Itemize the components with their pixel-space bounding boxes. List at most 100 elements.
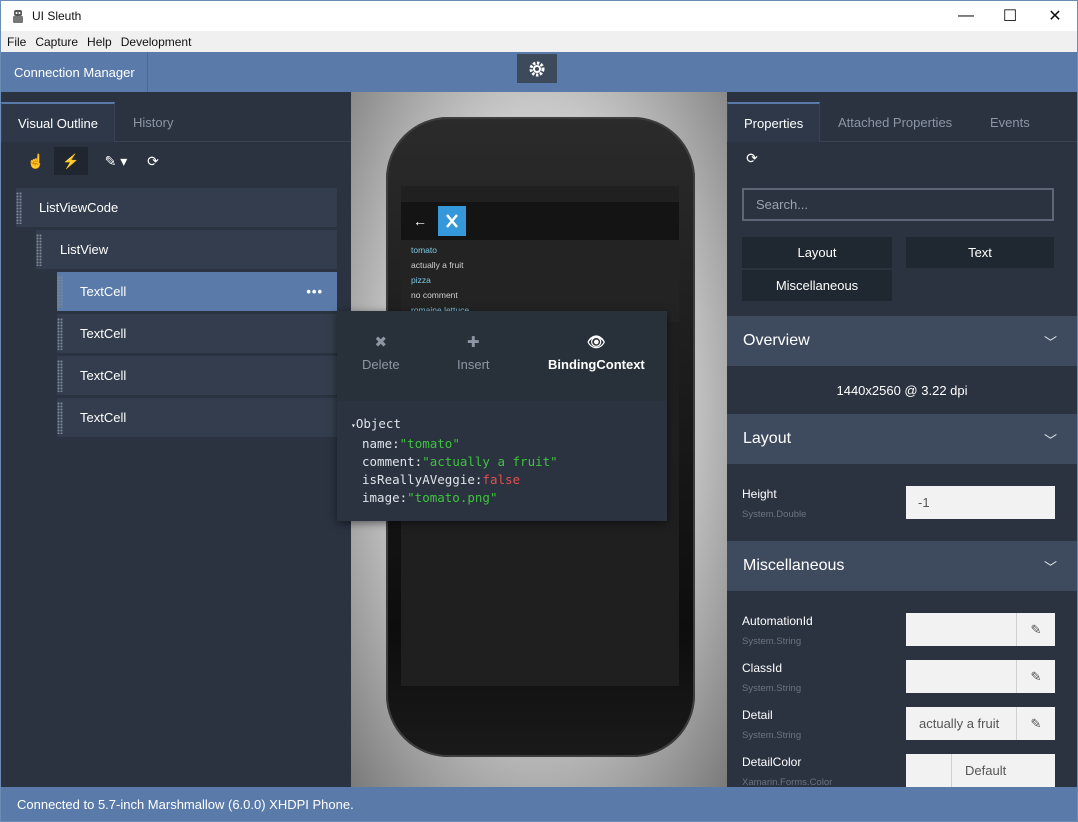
drag-grip-icon (57, 360, 63, 392)
tree-item-textcell[interactable]: TextCell (57, 314, 337, 354)
tree-item-listviewcode[interactable]: ListViewCode (16, 188, 337, 228)
section-title: Miscellaneous (743, 557, 845, 574)
list-item: tomato (411, 245, 437, 255)
tree-item-textcell-selected[interactable]: TextCell ••• (57, 272, 337, 312)
binding-context-viewer: ▾Object name:"tomato" comment:"actually … (337, 401, 667, 521)
close-button[interactable]: ✕ (1032, 1, 1077, 31)
chevron-down-icon: ﹀ (1043, 432, 1057, 448)
section-title: Layout (743, 430, 792, 447)
height-input[interactable]: -1 (906, 486, 1055, 519)
xamarin-logo-icon (438, 206, 466, 236)
menu-bar: File Capture Help Development (1, 31, 1077, 52)
drag-grip-icon (57, 276, 63, 308)
binding-context-button[interactable]: 👁 BindingContext (548, 333, 645, 372)
insert-button[interactable]: ✚ Insert (457, 333, 490, 372)
category-misc-button[interactable]: Miscellaneous (742, 270, 892, 301)
insert-label: Insert (457, 357, 490, 372)
tab-properties[interactable]: Properties (727, 102, 821, 142)
refresh-icon: ⟳ (746, 149, 758, 166)
connection-manager-button[interactable]: Connection Manager (1, 52, 148, 92)
properties-panel: Properties Attached Properties Events ⟳ … (727, 92, 1077, 787)
live-button[interactable]: ⚡ (54, 147, 88, 175)
field-key: name: (362, 436, 400, 451)
list-item: no comment (411, 290, 458, 300)
pencil-icon: ✎ (1030, 668, 1042, 684)
tree-item-listview[interactable]: ListView (36, 230, 337, 270)
automationid-label: AutomationId (742, 614, 813, 628)
field-key: image: (362, 490, 408, 505)
field-value: "tomato" (399, 436, 460, 451)
detailcolor-swatch[interactable] (906, 754, 951, 787)
chevron-down-icon: ﹀ (1043, 334, 1057, 350)
height-label: Height (742, 487, 777, 501)
property-search-input[interactable]: Search... (742, 188, 1054, 221)
section-overview-header[interactable]: Overview ﹀ (727, 316, 1077, 366)
tree-item-label: TextCell (80, 326, 127, 341)
list-item: pizza (411, 275, 431, 285)
tree-item-label: TextCell (80, 284, 127, 299)
drag-grip-icon (16, 192, 22, 224)
app-window: UI Sleuth — ☐ ✕ File Capture Help Develo… (0, 0, 1078, 822)
chevron-down-icon: ﹀ (1043, 559, 1057, 575)
menu-help[interactable]: Help (87, 35, 112, 49)
drag-grip-icon (36, 234, 42, 266)
menu-development[interactable]: Development (121, 35, 192, 49)
binding-context-label: BindingContext (548, 357, 645, 372)
category-layout-button[interactable]: Layout (742, 237, 892, 268)
eye-icon: 👁 (586, 334, 606, 351)
element-popup: ✖ Delete ✚ Insert 👁 BindingContext ▾Obje… (337, 311, 667, 521)
pencil-icon: ✎ (1030, 715, 1042, 731)
classid-input[interactable] (906, 660, 1016, 693)
delete-icon: ✖ (374, 334, 388, 351)
overview-value: 1440x2560 @ 3.22 dpi (836, 382, 968, 398)
automationid-edit-button[interactable]: ✎ (1016, 613, 1055, 646)
left-tabs: Visual Outline History (1, 92, 351, 142)
left-panel: Visual Outline History ☝ ⚡ ✎ ▾ ⟳ ListVie… (1, 92, 351, 787)
automationid-input[interactable] (906, 613, 1016, 646)
height-type: System.Double (742, 509, 807, 520)
right-tabs: Properties Attached Properties Events (727, 92, 1077, 142)
refresh-properties-button[interactable]: ⟳ (735, 144, 769, 172)
refresh-button[interactable]: ⟳ (136, 147, 170, 175)
phone-list: tomato actually a fruit pizza no comment… (401, 240, 679, 322)
field-key: isReallyAVeggie: (362, 472, 483, 487)
status-bar: Connected to 5.7-inch Marshmallow (6.0.0… (1, 787, 1077, 821)
maximize-button[interactable]: ☐ (987, 1, 1033, 31)
phone-status-bar (401, 186, 679, 202)
detailcolor-select[interactable]: Default (951, 754, 1055, 787)
tab-visual-outline[interactable]: Visual Outline (1, 102, 115, 142)
delete-button[interactable]: ✖ Delete (362, 333, 400, 372)
menu-capture[interactable]: Capture (35, 35, 78, 49)
classid-type: System.String (742, 683, 802, 694)
section-misc-header[interactable]: Miscellaneous ﹀ (727, 541, 1077, 591)
drag-grip-icon (57, 318, 63, 350)
automationid-type: System.String (742, 636, 802, 647)
detailcolor-type: Xamarin.Forms.Color (742, 777, 833, 787)
title-bar: UI Sleuth — ☐ ✕ (1, 1, 1077, 31)
detail-input[interactable]: actually a fruit (906, 707, 1016, 740)
section-layout-header[interactable]: Layout ﹀ (727, 414, 1077, 464)
tab-history[interactable]: History (117, 102, 189, 142)
tree-item-label: TextCell (80, 368, 127, 383)
select-button[interactable]: ☝ (19, 147, 53, 175)
field-value: false (482, 472, 521, 487)
edit-menu-button[interactable]: ✎ ▾ (96, 147, 136, 175)
tree-item-textcell[interactable]: TextCell (57, 398, 337, 438)
back-arrow-icon[interactable]: ← (413, 213, 427, 229)
category-text-button[interactable]: Text (906, 237, 1054, 268)
menu-file[interactable]: File (7, 35, 26, 49)
popup-actions: ✖ Delete ✚ Insert 👁 BindingContext (337, 311, 667, 401)
tab-attached-properties[interactable]: Attached Properties (822, 102, 968, 142)
connection-bar: Connection Manager (1, 52, 1077, 92)
tree-item-label: ListView (60, 242, 109, 257)
classid-edit-button[interactable]: ✎ (1016, 660, 1055, 693)
outline-toolbar: ☝ ⚡ ✎ ▾ ⟳ (1, 142, 351, 180)
tree-item-textcell[interactable]: TextCell (57, 356, 337, 396)
more-options-button[interactable]: ••• (306, 284, 323, 299)
detail-edit-button[interactable]: ✎ (1016, 707, 1055, 740)
tab-events[interactable]: Events (974, 102, 1046, 142)
refresh-icon: ⟳ (147, 152, 159, 169)
settings-button[interactable] (517, 54, 557, 83)
detailcolor-label: DetailColor (742, 755, 802, 769)
minimize-button[interactable]: — (943, 1, 989, 31)
